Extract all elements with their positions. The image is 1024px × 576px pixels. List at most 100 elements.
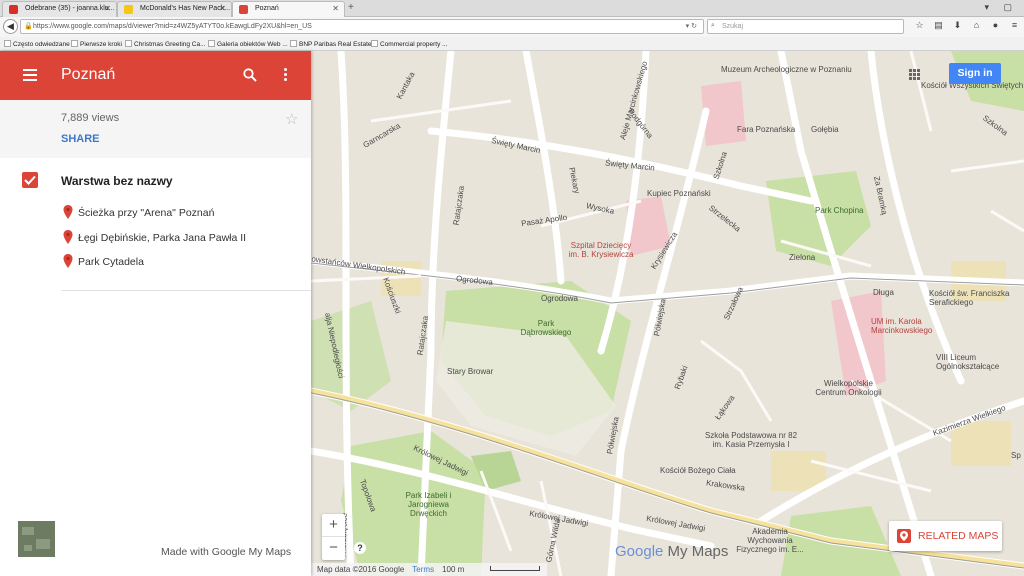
satellite-thumbnail[interactable] (18, 521, 55, 557)
browser-toolbar-icons: ☆ ▤ ⬇ ⌂ ● ≡ (910, 20, 1024, 31)
tab-gmail[interactable]: Odebrane (35) - joanna.klu... ✕ (2, 1, 117, 17)
map-label-fara: Fara Poznańska (737, 125, 796, 134)
bookmark-item[interactable]: Często odwiedzane (4, 40, 70, 48)
logo-mymaps: My Maps (667, 543, 729, 560)
browser-tab-bar: Odebrane (35) - joanna.klu... ✕ McDonald… (0, 0, 1024, 17)
window-controls[interactable]: ▾ ▢ (984, 2, 1018, 13)
bookmark-label: Galeria obiektów Web ... (217, 41, 288, 48)
map-pin-icon (63, 230, 73, 244)
search-icon: ⌕ (711, 22, 715, 29)
made-with-label: Made with Google My Maps (161, 546, 292, 558)
bookmark-item[interactable]: Christmas Greeting Ca... (125, 40, 206, 48)
close-tab-icon[interactable]: ✕ (219, 4, 226, 13)
help-button[interactable]: ? (354, 542, 366, 554)
layer-section: Warstwa bez nazwy Ścieżka przy "Arena" P… (0, 158, 311, 291)
bookmark-icon (71, 40, 78, 47)
place-label: Ścieżka przy "Arena" Poznań (78, 207, 215, 219)
my-maps-favicon-icon (239, 5, 248, 14)
bookmark-item[interactable]: Commercial property ... (371, 40, 448, 48)
map-label-church-bozego-ciala: Kościół Bożego Ciała (660, 466, 736, 475)
map-info-section: 7,889 views SHARE ☆ (0, 100, 311, 158)
site-favicon-icon (124, 5, 133, 14)
bookmark-label: Pierwsze kroki (80, 41, 122, 48)
sign-in-button[interactable]: Sign in (949, 63, 1001, 84)
reload-icon[interactable]: ▾ ↻ (686, 22, 697, 30)
browser-search-input[interactable]: ⌕ Szukaj (707, 19, 904, 34)
place-label: Łęgi Dębińskie, Parka Jana Pawła II (78, 232, 247, 244)
tab-mcdonalds[interactable]: McDonald's Has New Pack... ✕ (117, 1, 232, 17)
bookmark-label: Christmas Greeting Ca... (134, 41, 206, 48)
bookmarks-list-icon[interactable]: ▤ (929, 20, 948, 31)
tab-poznan[interactable]: Poznań ✕ (232, 1, 345, 17)
map-label-um: UM im. Karola Marcinkowskiego (871, 317, 933, 335)
map-pin-icon (63, 205, 73, 219)
bookmark-icon (125, 40, 132, 47)
map-label-ogrodowa-2: Ogrodowa (541, 294, 578, 303)
share-button[interactable]: SHARE (61, 133, 100, 145)
map-canvas[interactable]: Muzeum Archeologiczne w Poznaniu Kościół… (311, 51, 1024, 576)
map-label-park-izabeli: Park Izabeli i Jarogniewa Drwęckich (405, 491, 452, 518)
more-options-icon[interactable] (282, 68, 288, 82)
navigation-bar: ◀ 🔒 https://www.google.com/maps/d/viewer… (0, 17, 1024, 37)
map-label-stary-browar: Stary Browar (447, 367, 494, 376)
star-icon[interactable]: ☆ (285, 110, 298, 128)
chat-icon[interactable]: ● (986, 20, 1005, 30)
map-label-church-franciszek: Kościół św. Franciszka Serafickiego (929, 289, 1010, 307)
menu-icon[interactable] (23, 69, 37, 81)
place-item[interactable]: Ścieżka przy "Arena" Poznań (63, 205, 214, 219)
map-pin-icon (897, 529, 911, 543)
map-data-attribution: Map data ©2016 Google (317, 565, 405, 574)
close-tab-icon[interactable]: ✕ (332, 4, 339, 13)
layer-title: Warstwa bez nazwy (61, 174, 173, 188)
related-maps-button[interactable]: RELATED MAPS (889, 521, 1002, 551)
tab-title: McDonald's Has New Pack... (140, 5, 231, 12)
place-label: Park Cytadela (78, 256, 144, 268)
zoom-control: + − (322, 514, 345, 560)
url-text: https://www.google.com/maps/d/viewer?mid… (33, 23, 312, 30)
place-item[interactable]: Łęgi Dębińskie, Parka Jana Pawła II (63, 230, 246, 244)
place-item[interactable]: Park Cytadela (63, 254, 144, 268)
new-tab-icon[interactable]: + (348, 2, 354, 13)
logo-google: Google (615, 543, 664, 560)
layer-checkbox[interactable] (22, 172, 38, 188)
home-icon[interactable]: ⌂ (967, 20, 986, 30)
menu-icon[interactable]: ≡ (1005, 20, 1024, 30)
map-label-liceum: VIII Liceum Ogólnokształcące (936, 353, 1000, 371)
bookmark-label: BNP Paribas Real Estate (299, 41, 372, 48)
lock-icon: 🔒 (24, 23, 33, 30)
scale-bar (490, 566, 540, 571)
bookmark-label: Często odwiedzane (13, 41, 70, 48)
zoom-out-button[interactable]: − (322, 537, 345, 560)
close-tab-icon[interactable]: ✕ (104, 4, 111, 13)
zoom-in-button[interactable]: + (322, 514, 345, 537)
bookmark-item[interactable]: Pierwsze kroki (71, 40, 122, 48)
bookmark-item[interactable]: Galeria obiektów Web ... (208, 40, 288, 48)
bookmark-icon (371, 40, 378, 47)
search-icon[interactable] (243, 68, 257, 82)
bookmark-icon (4, 40, 11, 47)
back-button[interactable]: ◀ (3, 19, 18, 34)
map-label-akademia: Akademia Wychowania Fizycznego im. E... (736, 527, 804, 554)
download-icon[interactable]: ⬇ (948, 20, 967, 31)
map-pin-icon (63, 254, 73, 268)
tab-title: Poznań (255, 5, 279, 12)
map-label-szpital: Szpital Dziecięcy im. B. Krysiewicza (568, 241, 634, 259)
map-label-wco: Wielkopolskie Centrum Onkologii (815, 379, 882, 397)
search-placeholder: Szukaj (722, 23, 744, 30)
map-label-szkola: Szkoła Podstawowa nr 82 im. Kasia Przemy… (704, 431, 798, 449)
bookmark-icon (208, 40, 215, 47)
bookmarks-bar: Często odwiedzane Pierwsze kroki Christm… (0, 37, 1024, 51)
map-label-zielona: Zielona (789, 253, 816, 262)
related-maps-label: RELATED MAPS (918, 530, 999, 542)
address-bar[interactable]: 🔒 https://www.google.com/maps/d/viewer?m… (20, 19, 704, 34)
bookmark-label: Commercial property ... (380, 41, 448, 48)
divider (61, 290, 311, 291)
tab-title: Odebrane (35) - joanna.klu... (25, 5, 115, 12)
bookmark-star-icon[interactable]: ☆ (910, 20, 929, 31)
bookmark-item[interactable]: BNP Paribas Real Estate (290, 40, 372, 48)
map-label-sp: Sp (1011, 451, 1021, 460)
terms-link[interactable]: Terms (412, 565, 434, 574)
apps-grid-icon[interactable] (909, 69, 921, 81)
map-label-park-dabrowskiego: Park Dąbrowskiego (520, 319, 572, 337)
view-count: 7,889 views (61, 112, 120, 124)
